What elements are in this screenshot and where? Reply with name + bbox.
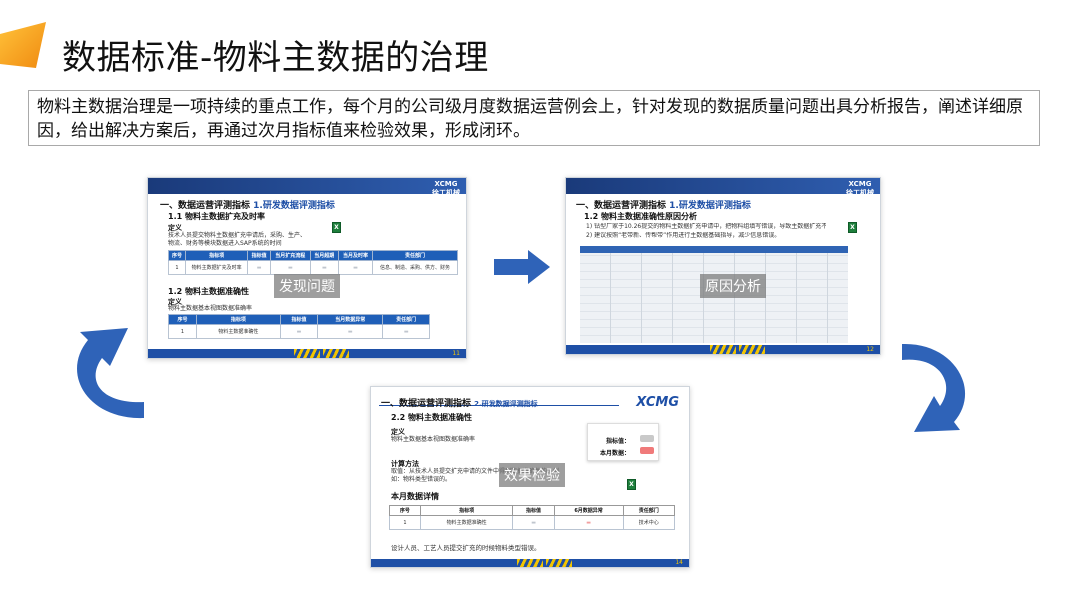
blurred-data-grid (580, 253, 848, 343)
monthly-detail-table: 序号 指标项 指标值 6月数据异常 责任部门 1 物料主数据准确性 ▬ ▬ 技术中心 (389, 505, 676, 530)
definition-text: 技术人员提交物料主数据扩充申请后，采购、生产、物流、财务等模块数据进入SAP系统… (168, 232, 307, 247)
slide-subtitle-2: 1.2 物料主数据准确性 (168, 287, 249, 296)
slide-header-bar (148, 178, 466, 194)
curved-arrow-up-icon (77, 328, 144, 419)
corner-accent-shape (0, 22, 46, 68)
slide-footer-bar: 12 (566, 345, 880, 354)
definition-text-2: 物料主数据基本视图数据准确率 (168, 305, 253, 312)
stage-label-find-problem: 发现问题 (274, 274, 340, 298)
page-title: 数据标准-物料主数据的治理 (62, 38, 489, 78)
slide-subtitle: 1.1 物料主数据扩充及时率 (168, 212, 265, 221)
stage-label-effect-verification: 效果检验 (499, 463, 565, 487)
definition-text: 物料主数据基本视图数据准确率 (391, 436, 476, 443)
slide-section-title: 一、数据运营评测指标 2.研发数据评测指标 (381, 399, 538, 409)
arrow-right-icon (494, 250, 550, 284)
curved-arrow-down-icon (902, 343, 966, 432)
slide-subtitle: 1.2 物料主数据准确性原因分析 (584, 212, 697, 221)
table-row: 1 物料主数据扩充及时率 ▬ ▬ ▬ ▬ 信息、制造、采购、供方、财务 (168, 260, 459, 275)
slide-footer-bar: 14 (371, 559, 689, 567)
excel-file-icon[interactable]: X (627, 479, 636, 490)
slide-find-problem[interactable]: XCMG 徐工机械 一、数据运营评测指标 1.研发数据评测指标 1.1 物料主数据… (147, 177, 467, 359)
footnote-text: 设计人员、工艺人员提交扩充的时候物料类型错误。 (391, 544, 541, 552)
result-summary-box: 指标值： 本月数据： (587, 423, 659, 461)
slide-cause-analysis[interactable]: XCMG 徐工机械 一、数据运营评测指标 1.研发数据评测指标 1.2 物料主数据… (565, 177, 881, 355)
excel-file-icon[interactable]: X (848, 222, 857, 233)
table-row: 1 物料主数据准确性 ▬ ▬ ▬ (168, 324, 430, 339)
slide-effect-verification[interactable]: XCMG 一、数据运营评测指标 2.研发数据评测指标 2.2 物料主数据准确性 … (370, 386, 690, 568)
brand-logo: XCMG 徐工机械 (846, 180, 874, 197)
slide-footer-bar: 11 (148, 349, 466, 358)
brand-logo: XCMG (636, 395, 679, 410)
excel-file-icon[interactable]: X (332, 222, 341, 233)
intro-text-box: 物料主数据治理是一项持续的重点工作，每个月的公司级月度数据运营例会上，针对发现的… (28, 90, 1040, 146)
slide-section-title: 一、数据运营评测指标 1.研发数据评测指标 (160, 201, 335, 211)
stage-label-cause-analysis: 原因分析 (700, 274, 766, 298)
accuracy-table: 序号 指标项 指标值 当月数据异常 责任部门 1 物料主数据准确性 ▬ ▬ ▬ (168, 314, 430, 339)
slide-subtitle: 2.2 物料主数据准确性 (391, 413, 472, 422)
indicator-table: 序号 指标项 指标值 当月扩充流程 当月超期 当月及时率 责任部门 1 物料主数据扩充及时率 ▬… (168, 250, 459, 275)
analysis-point-2: 2) 建议按照“老带新、传帮带”作用进行主数据基础指导，减少信息错误。 (586, 232, 781, 239)
monthly-detail-label: 本月数据详情 (391, 492, 439, 501)
data-grid-header (580, 246, 848, 253)
slide-section-title: 一、数据运营评测指标 1.研发数据评测指标 (576, 201, 751, 211)
analysis-point-1: 1) 钻型厂家于10.26提交的物料主数据扩充申请中，把物料组填写错误，导致主数… (586, 223, 826, 230)
table-row: 1 物料主数据准确性 ▬ ▬ 技术中心 (389, 515, 676, 530)
brand-logo: XCMG 徐工机械 (432, 180, 460, 197)
slide-header-bar (566, 178, 880, 194)
